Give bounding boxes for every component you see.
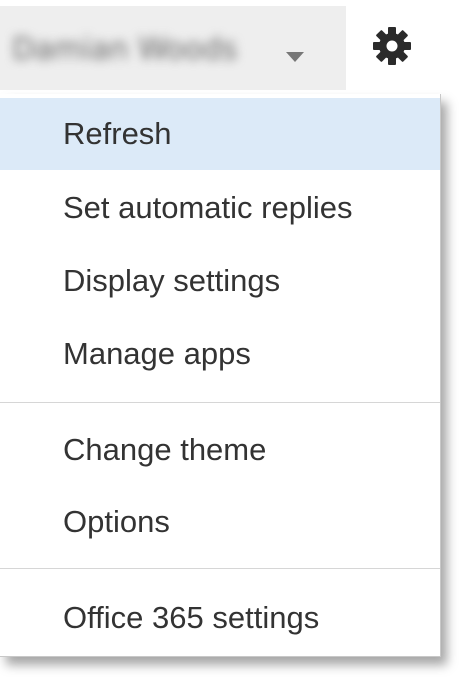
menu-item-label: Display settings [63,263,281,298]
menu-item-label: Set automatic replies [63,190,353,225]
menu-item-display-settings[interactable]: Display settings [0,245,440,317]
menu-item-refresh[interactable]: Refresh [0,98,440,170]
gear-icon[interactable] [368,22,416,70]
menu-item-options[interactable]: Options [0,486,440,558]
menu-item-change-theme[interactable]: Change theme [0,414,440,486]
menu-item-office-365-settings[interactable]: Office 365 settings [0,582,440,654]
account-switcher[interactable]: Damian Woods [0,6,346,90]
menu-item-manage-apps[interactable]: Manage apps [0,318,440,390]
menu-item-set-automatic-replies[interactable]: Set automatic replies [0,172,440,244]
menu-item-label: Options [63,504,170,539]
settings-menu: Refresh Set automatic replies Display se… [0,94,441,657]
menu-divider [0,402,440,403]
header-bar: Damian Woods [0,0,442,92]
chevron-down-icon [286,52,304,62]
account-name: Damian Woods [12,32,238,67]
menu-divider [0,568,440,569]
menu-item-label: Manage apps [63,336,251,371]
menu-item-label: Change theme [63,432,267,467]
settings-dropdown-window: Damian Woods Refresh Set automatic repli… [0,0,474,698]
menu-item-label: Refresh [63,116,172,151]
menu-item-label: Office 365 settings [63,600,320,635]
